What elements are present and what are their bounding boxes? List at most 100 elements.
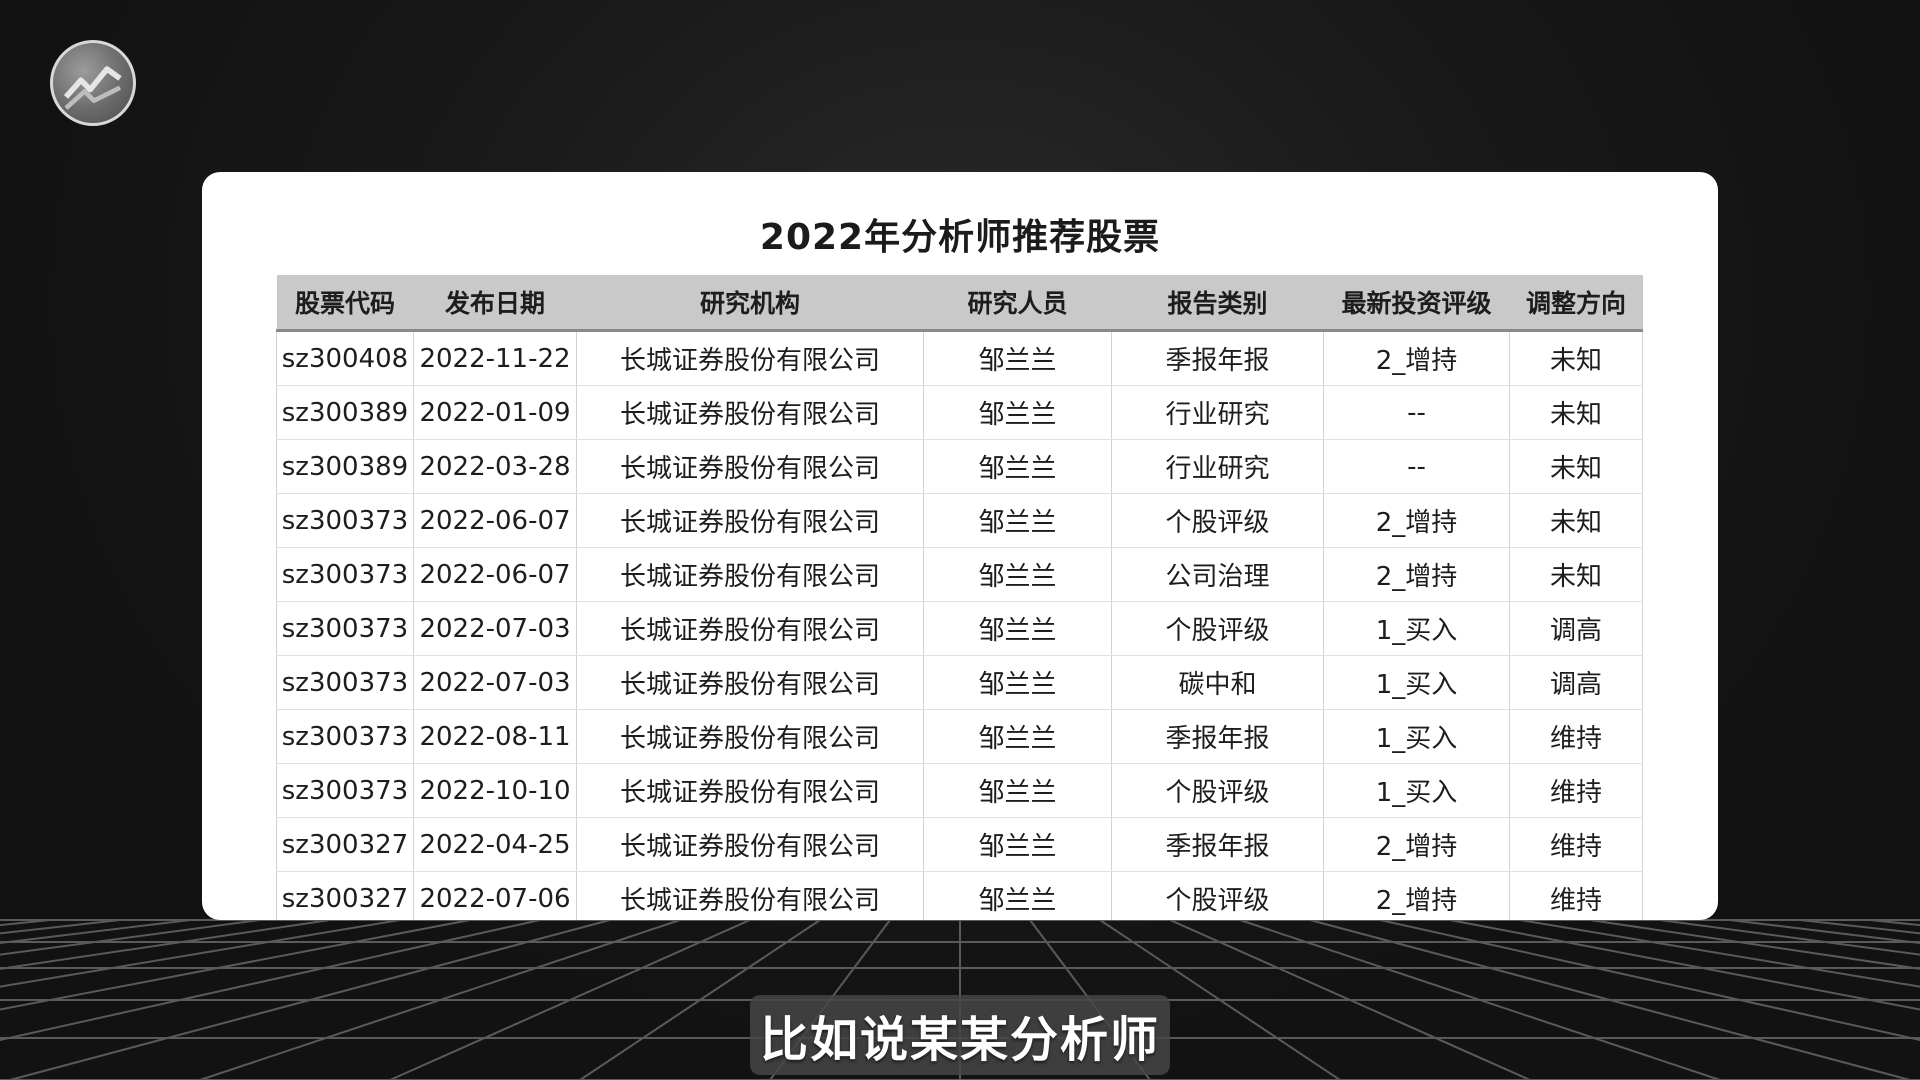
table-cell: 公司治理 — [1111, 547, 1324, 602]
channel-logo-icon — [50, 40, 136, 126]
column-header: 报告类别 — [1111, 275, 1324, 332]
table-cell: 邹兰兰 — [923, 547, 1112, 602]
table-cell: 1_买入 — [1323, 763, 1510, 818]
table-cell: 2_增持 — [1323, 547, 1510, 602]
table-row: sz300389 2022-03-28 长城证券股份有限公司 邹兰兰 行业研究 -- 未知 — [276, 439, 1643, 494]
table-cell: 邹兰兰 — [923, 817, 1112, 872]
caption-box: 比如说某某分析师 — [750, 995, 1170, 1075]
table-cell: 2_增持 — [1323, 817, 1510, 872]
table-cell: 2022-06-07 — [413, 547, 577, 602]
column-header: 研究人员 — [923, 275, 1112, 332]
table-cell: sz300327 — [276, 871, 414, 920]
table-cell: 邹兰兰 — [923, 871, 1112, 920]
column-header: 研究机构 — [576, 275, 924, 332]
table-cell: 2022-06-07 — [413, 493, 577, 548]
table-cell: 长城证券股份有限公司 — [576, 655, 924, 710]
table-cell: 未知 — [1509, 547, 1643, 602]
table-cell: 长城证券股份有限公司 — [576, 601, 924, 656]
table-cell: 个股评级 — [1111, 763, 1324, 818]
table-header-row: 股票代码 发布日期 研究机构 研究人员 报告类别 最新投资评级 调整方向 — [276, 275, 1643, 332]
table-row: sz300373 2022-08-11 长城证券股份有限公司 邹兰兰 季报年报 1_买入维… — [276, 709, 1643, 764]
table-title: 2022年分析师推荐股票 — [759, 217, 1161, 258]
table-cell: -- — [1323, 385, 1510, 440]
table-cell: 未知 — [1509, 385, 1643, 440]
table-cell: 维持 — [1509, 817, 1643, 872]
table-cell: 长城证券股份有限公司 — [576, 385, 924, 440]
table-cell: 2022-07-06 — [413, 871, 577, 920]
table-cell: 调高 — [1509, 655, 1643, 710]
table-cell: 邹兰兰 — [923, 385, 1112, 440]
table-cell: 2_增持 — [1323, 493, 1510, 548]
table-cell: 邹兰兰 — [923, 763, 1112, 818]
table-cell: 长城证券股份有限公司 — [576, 763, 924, 818]
table-cell: 维持 — [1509, 763, 1643, 818]
table-cell: 未知 — [1509, 439, 1643, 494]
table-cell: 长城证券股份有限公司 — [576, 709, 924, 764]
table-cell: 个股评级 — [1111, 871, 1324, 920]
table-cell: 2022-04-25 — [413, 817, 577, 872]
table-cell: 2022-07-03 — [413, 655, 577, 710]
table-cell: sz300389 — [276, 385, 414, 440]
table-row: sz300373 2022-06-07 长城证券股份有限公司 邹兰兰 个股评级 2_增持未… — [276, 493, 1643, 548]
table-cell: 2022-08-11 — [413, 709, 577, 764]
table-cell: 季报年报 — [1111, 330, 1324, 386]
table-body: sz300408 2022-11-22 长城证券股份有限公司 邹兰兰 季报年报 2_增持未… — [276, 330, 1643, 920]
table-cell: 2022-03-28 — [413, 439, 577, 494]
table-cell: 个股评级 — [1111, 493, 1324, 548]
table-cell: 维持 — [1509, 709, 1643, 764]
video-frame: 2022年分析师推荐股票 股票代码 发布日期 研究机构 研究人员 报告类别 最新投资评级调… — [0, 0, 1920, 1080]
table-cell: 长城证券股份有限公司 — [576, 330, 924, 386]
table-cell: 行业研究 — [1111, 439, 1324, 494]
table-cell: 邹兰兰 — [923, 655, 1112, 710]
table-cell: 邹兰兰 — [923, 493, 1112, 548]
column-header: 股票代码 — [276, 275, 414, 332]
table-cell: 邹兰兰 — [923, 439, 1112, 494]
table-row: sz300408 2022-11-22 长城证券股份有限公司 邹兰兰 季报年报 2_增持未… — [276, 330, 1643, 386]
table-cell: 1_买入 — [1323, 655, 1510, 710]
table-row: sz300373 2022-10-10 长城证券股份有限公司 邹兰兰 个股评级 1_买入维… — [276, 763, 1643, 818]
table-cell: 1_买入 — [1323, 709, 1510, 764]
table-row: sz300373 2022-07-03 长城证券股份有限公司 邹兰兰 个股评级 1_买入调… — [276, 601, 1643, 656]
table-cell: sz300389 — [276, 439, 414, 494]
column-header: 调整方向 — [1509, 275, 1643, 332]
table-cell: 长城证券股份有限公司 — [576, 439, 924, 494]
table-cell: 长城证券股份有限公司 — [576, 871, 924, 920]
table-cell: 个股评级 — [1111, 601, 1324, 656]
column-header: 发布日期 — [413, 275, 577, 332]
table-row: sz300373 2022-06-07 长城证券股份有限公司 邹兰兰 公司治理 2_增持未… — [276, 547, 1643, 602]
table-cell: 2022-07-03 — [413, 601, 577, 656]
table-cell: 碳中和 — [1111, 655, 1324, 710]
table-cell: 邹兰兰 — [923, 709, 1112, 764]
table-cell: 1_买入 — [1323, 601, 1510, 656]
table-cell: sz300373 — [276, 493, 414, 548]
analyst-recommendation-table: 股票代码 发布日期 研究机构 研究人员 报告类别 最新投资评级 调整方向 sz300408 2… — [276, 275, 1643, 920]
table-cell: 2022-01-09 — [413, 385, 577, 440]
table-row: sz300327 2022-07-06 长城证券股份有限公司 邹兰兰 个股评级 2_增持维… — [276, 871, 1643, 920]
table-cell: sz300373 — [276, 601, 414, 656]
table-cell: 长城证券股份有限公司 — [576, 817, 924, 872]
table-card: 2022年分析师推荐股票 股票代码 发布日期 研究机构 研究人员 报告类别 最新投资评级调… — [202, 172, 1718, 920]
table-cell: -- — [1323, 439, 1510, 494]
table-cell: 2022-10-10 — [413, 763, 577, 818]
table-row: sz300373 2022-07-03 长城证券股份有限公司 邹兰兰 碳中和 1_买入 调高 — [276, 655, 1643, 710]
table-cell: 维持 — [1509, 871, 1643, 920]
table-cell: 调高 — [1509, 601, 1643, 656]
table-row: sz300327 2022-04-25 长城证券股份有限公司 邹兰兰 季报年报 2_增持维… — [276, 817, 1643, 872]
table-cell: 季报年报 — [1111, 817, 1324, 872]
table-cell: sz300373 — [276, 655, 414, 710]
table-cell: 2_增持 — [1323, 330, 1510, 386]
table-cell: sz300373 — [276, 547, 414, 602]
table-cell: 邹兰兰 — [923, 330, 1112, 386]
table-cell: 行业研究 — [1111, 385, 1324, 440]
table-cell: 未知 — [1509, 330, 1643, 386]
table-cell: 季报年报 — [1111, 709, 1324, 764]
table-cell: sz300373 — [276, 709, 414, 764]
table-cell: 未知 — [1509, 493, 1643, 548]
column-header: 最新投资评级 — [1323, 275, 1510, 332]
table-cell: 2022-11-22 — [413, 330, 577, 386]
table-cell: 长城证券股份有限公司 — [576, 547, 924, 602]
table-cell: sz300373 — [276, 763, 414, 818]
caption-text: 比如说某某分析师 — [759, 1012, 1160, 1068]
table-cell: sz300408 — [276, 330, 414, 386]
table-cell: 长城证券股份有限公司 — [576, 493, 924, 548]
